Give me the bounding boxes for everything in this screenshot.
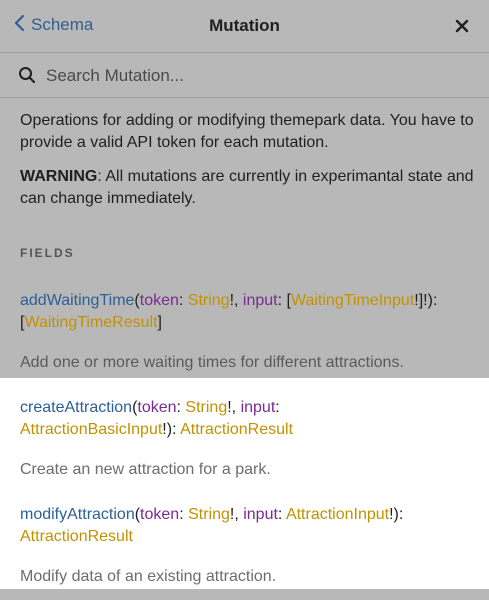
field-description: Modify data of an existing attraction. — [20, 568, 277, 585]
arg-name: token — [140, 506, 180, 523]
search-bar — [0, 53, 489, 97]
arg-type-link[interactable]: String — [188, 506, 230, 523]
return-type-link[interactable]: AttractionResult — [180, 421, 293, 438]
arg-name: token — [139, 292, 179, 309]
warning-label: WARNING — [20, 168, 98, 185]
return-type-link[interactable]: WaitingTimeResult — [24, 314, 157, 331]
search-icon — [19, 67, 36, 84]
field-signature: createAttraction(token: String!, input: A… — [20, 399, 294, 438]
arg-type-link[interactable]: AttractionInput — [286, 506, 389, 523]
fields-heading: FIELDS — [20, 246, 75, 260]
field-description: Create an new attraction for a park. — [20, 461, 271, 478]
close-icon — [455, 16, 469, 38]
field-signature: addWaitingTime(token: String!, input: [W… — [20, 292, 438, 331]
arg-type-link[interactable]: String — [188, 292, 230, 309]
page-title: Mutation — [209, 16, 280, 35]
field-modify-attraction: modifyAttraction(token: String!, input: … — [0, 485, 489, 589]
arg-name: input — [240, 399, 276, 416]
arg-type-link[interactable]: String — [185, 399, 227, 416]
arg-name: input — [243, 506, 278, 523]
field-create-attraction: createAttraction(token: String!, input: A… — [0, 378, 489, 485]
field-description: Add one or more waiting times for differ… — [20, 354, 404, 371]
panel-header: Schema Mutation — [0, 0, 489, 52]
search-divider — [0, 97, 489, 98]
type-description: Operations for adding or modifying theme… — [20, 112, 474, 151]
arg-type-link[interactable]: AttractionBasicInput — [20, 421, 162, 438]
return-type-link[interactable]: AttractionResult — [20, 528, 133, 545]
search-input[interactable] — [44, 61, 468, 91]
field-name-link[interactable]: createAttraction — [20, 399, 132, 416]
arg-name: token — [137, 399, 177, 416]
field-signature: modifyAttraction(token: String!, input: … — [20, 506, 404, 545]
field-name-link[interactable]: modifyAttraction — [20, 506, 135, 523]
close-button[interactable] — [455, 15, 469, 37]
arg-name: input — [242, 292, 278, 309]
field-name-link[interactable]: addWaitingTime — [20, 292, 134, 309]
field-add-waiting-time: addWaitingTime(token: String!, input: [W… — [0, 290, 489, 378]
warning-note: WARNING: All mutations are currently in … — [20, 166, 480, 210]
arg-type-link[interactable]: WaitingTimeInput — [291, 292, 414, 309]
